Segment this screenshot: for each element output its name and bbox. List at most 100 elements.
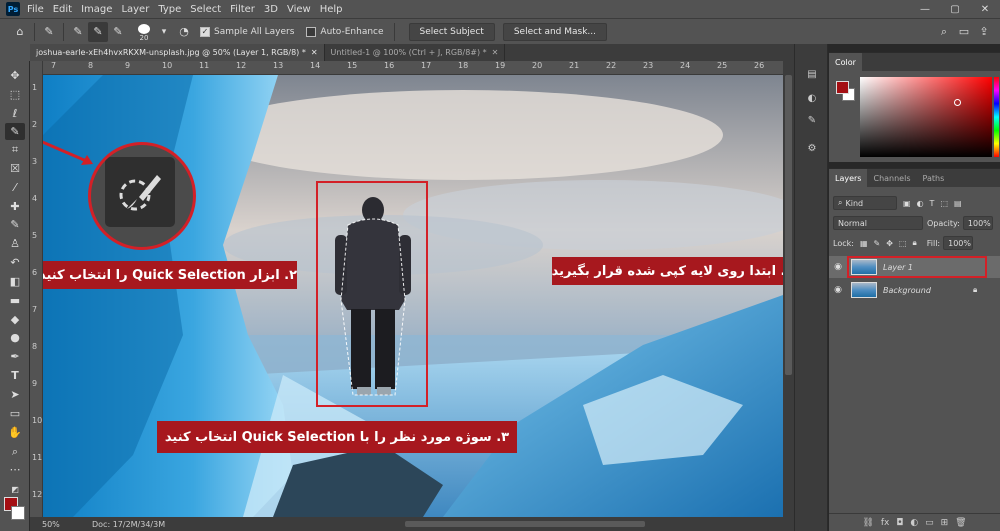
ruler-tick-label: 8 bbox=[32, 342, 38, 351]
subtract-from-selection-icon[interactable]: ✎ bbox=[108, 22, 128, 42]
new-selection-icon[interactable]: ✎ bbox=[68, 22, 88, 42]
adjustment-icon[interactable]: ◐ bbox=[910, 518, 918, 528]
link-icon[interactable]: ⛓ bbox=[862, 518, 873, 528]
path-selection-tool-icon[interactable]: ➤ bbox=[5, 386, 25, 403]
close-tab-icon[interactable]: ✕ bbox=[492, 48, 499, 57]
frame-tool-icon[interactable]: ☒ bbox=[5, 160, 25, 177]
ruler-tick-label: 14 bbox=[310, 61, 321, 70]
menu-layer[interactable]: Layer bbox=[121, 4, 149, 15]
filter-adjustment-icon[interactable]: ◐ bbox=[917, 199, 924, 208]
lock-position-icon[interactable]: ✥ bbox=[886, 239, 893, 248]
kind-filter-dropdown[interactable]: ⌕ Kind bbox=[833, 196, 897, 210]
home-icon[interactable]: ⌂ bbox=[10, 22, 30, 42]
lock-transparency-icon[interactable]: ▦ bbox=[860, 239, 868, 248]
more-tools-icon[interactable]: ⋯ bbox=[5, 461, 25, 478]
share-icon[interactable]: ⇪ bbox=[974, 22, 994, 42]
filter-shape-icon[interactable]: ⬚ bbox=[940, 199, 948, 208]
brush-settings-icon[interactable]: ▾ bbox=[154, 22, 174, 42]
scrollbar-thumb[interactable] bbox=[785, 75, 792, 375]
minimize-button[interactable]: — bbox=[910, 0, 940, 18]
gradient-tool-icon[interactable]: ▬ bbox=[5, 292, 25, 309]
lock-artboard-icon[interactable]: ⬚ bbox=[899, 239, 907, 248]
brush-tool-icon[interactable]: ✎ bbox=[5, 216, 25, 233]
tab-paths[interactable]: Paths bbox=[917, 169, 951, 187]
document-canvas[interactable]: ۱. ابتدا روی لایه کپی شده قرار بگیرید ۲.… bbox=[43, 75, 783, 517]
rectangle-tool-icon[interactable]: ▭ bbox=[5, 405, 25, 422]
default-colors-icon[interactable]: ◩ bbox=[5, 481, 25, 498]
blend-mode-dropdown[interactable]: Normal bbox=[833, 216, 923, 230]
menu-view[interactable]: View bbox=[287, 4, 311, 15]
filter-type-icon[interactable]: T bbox=[930, 199, 935, 208]
close-button[interactable]: ✕ bbox=[970, 0, 1000, 18]
quick-selection-tool-icon[interactable]: ✎ bbox=[5, 123, 25, 140]
close-tab-icon[interactable]: ✕ bbox=[311, 48, 318, 57]
visibility-eye-icon[interactable]: ◉ bbox=[829, 262, 847, 272]
clone-stamp-tool-icon[interactable]: ♙ bbox=[5, 235, 25, 252]
eyedropper-tool-icon[interactable]: ⁄ bbox=[5, 179, 25, 196]
mask-icon[interactable]: ◘ bbox=[896, 518, 903, 528]
layer-row-background[interactable]: ◉ Background 🔒︎ bbox=[829, 279, 1000, 301]
pen-tool-icon[interactable]: ✒ bbox=[5, 348, 25, 365]
opacity-field[interactable]: 100% bbox=[962, 216, 993, 230]
fx-icon[interactable]: fx bbox=[881, 518, 890, 528]
menu-help[interactable]: Help bbox=[320, 4, 343, 15]
menu-select[interactable]: Select bbox=[190, 4, 221, 15]
hand-tool-icon[interactable]: ✋ bbox=[5, 424, 25, 441]
brush-settings-icon[interactable]: ✎ bbox=[804, 112, 820, 128]
horizontal-scrollbar-thumb[interactable] bbox=[405, 521, 645, 527]
tool-preset-icon[interactable]: ✎ bbox=[39, 22, 59, 42]
healing-brush-tool-icon[interactable]: ✚ bbox=[5, 198, 25, 215]
menu-image[interactable]: Image bbox=[81, 4, 112, 15]
brush-size-picker[interactable]: 20 bbox=[134, 22, 154, 42]
zoom-level[interactable]: 50% bbox=[42, 520, 92, 529]
tab-color[interactable]: Color bbox=[829, 53, 862, 71]
fill-field[interactable]: 100% bbox=[943, 236, 974, 250]
menu-edit[interactable]: Edit bbox=[53, 4, 72, 15]
tab-channels[interactable]: Channels bbox=[867, 169, 916, 187]
folder-icon[interactable]: ▭ bbox=[925, 518, 934, 528]
properties-icon[interactable]: ◐ bbox=[804, 90, 820, 106]
color-picker-cursor[interactable] bbox=[954, 99, 961, 106]
select-and-mask-button[interactable]: Select and Mask... bbox=[502, 22, 608, 41]
new-layer-icon[interactable]: ⊞ bbox=[941, 518, 949, 528]
tab-untitled-1[interactable]: Untitled-1 @ 100% (Ctrl + J, RGB/8#) * ✕ bbox=[325, 44, 506, 61]
search-icon[interactable]: ⌕ bbox=[934, 22, 954, 42]
sample-all-layers-checkbox[interactable]: ✓ Sample All Layers bbox=[200, 26, 294, 37]
color-picker-field[interactable] bbox=[860, 77, 992, 157]
history-icon[interactable]: ▤ bbox=[804, 66, 820, 82]
blur-tool-icon[interactable]: ◆ bbox=[5, 311, 25, 328]
color-panel-foreground-swatch[interactable] bbox=[836, 81, 849, 94]
add-to-selection-icon[interactable]: ✎ bbox=[88, 21, 108, 42]
auto-enhance-checkbox[interactable]: Auto-Enhance bbox=[306, 26, 384, 37]
trash-icon[interactable]: 🗑︎ bbox=[955, 518, 966, 528]
menu-filter[interactable]: Filter bbox=[230, 4, 255, 15]
tab-joshua-earle[interactable]: joshua-earle-xEh4hvxRKXM-unsplash.jpg @ … bbox=[30, 44, 325, 61]
workspace-icon[interactable]: ▭ bbox=[954, 22, 974, 42]
menu-file[interactable]: File bbox=[27, 4, 44, 15]
move-tool-icon[interactable]: ✥ bbox=[5, 67, 25, 84]
history-brush-tool-icon[interactable]: ↶ bbox=[5, 254, 25, 271]
dodge-tool-icon[interactable]: ● bbox=[5, 329, 25, 346]
filter-pixel-icon[interactable]: ▣ bbox=[903, 199, 911, 208]
crop-tool-icon[interactable]: ⌗ bbox=[5, 141, 25, 158]
lasso-tool-icon[interactable]: ℓ bbox=[5, 105, 25, 122]
select-subject-button[interactable]: Select Subject bbox=[408, 22, 495, 41]
tab-label: Untitled-1 @ 100% (Ctrl + J, RGB/8#) * bbox=[330, 48, 487, 57]
background-color-swatch[interactable] bbox=[11, 506, 25, 520]
tab-layers[interactable]: Layers bbox=[829, 169, 868, 187]
zoom-tool-icon[interactable]: ⌕ bbox=[5, 443, 25, 460]
vertical-scrollbar[interactable] bbox=[783, 61, 794, 517]
lock-pixels-icon[interactable]: ✎ bbox=[874, 239, 881, 248]
menu-type[interactable]: Type bbox=[158, 4, 181, 15]
lock-all-icon[interactable]: 🔒︎ bbox=[912, 238, 916, 248]
eraser-tool-icon[interactable]: ◧ bbox=[5, 273, 25, 290]
visibility-eye-icon[interactable]: ◉ bbox=[829, 285, 847, 295]
menu-3d[interactable]: 3D bbox=[264, 4, 278, 15]
type-tool-icon[interactable]: T bbox=[5, 367, 25, 384]
angle-icon[interactable]: ◔ bbox=[174, 22, 194, 42]
filter-smart-icon[interactable]: ▤ bbox=[954, 199, 962, 208]
hue-slider[interactable] bbox=[994, 77, 999, 157]
marquee-tool-icon[interactable]: ⬚ bbox=[5, 86, 25, 103]
adjustments-icon[interactable]: ⚙ bbox=[804, 140, 820, 156]
maximize-button[interactable]: ▢ bbox=[940, 0, 970, 18]
